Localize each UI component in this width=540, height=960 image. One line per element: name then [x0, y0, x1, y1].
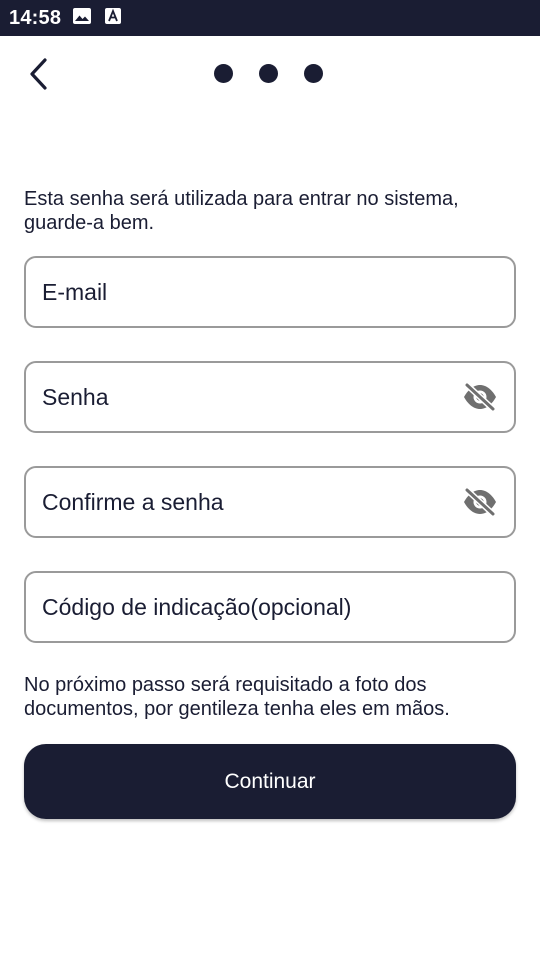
referral-code-field[interactable]	[24, 571, 516, 643]
intro-text: Esta senha será utilizada para entrar no…	[24, 188, 459, 234]
documents-note: No próximo passo será requisitado a foto…	[24, 674, 450, 720]
referral-code-input[interactable]	[42, 573, 500, 641]
accessibility-icon	[105, 7, 122, 29]
status-time: 14:58	[9, 6, 62, 29]
image-icon	[73, 7, 92, 29]
password-field[interactable]	[24, 361, 516, 433]
confirm-password-input[interactable]	[42, 468, 460, 536]
step-dot	[304, 64, 323, 83]
eye-off-icon	[463, 382, 497, 412]
status-bar: 14:58	[0, 0, 540, 36]
chevron-left-icon	[30, 58, 47, 90]
confirm-password-field[interactable]	[24, 466, 516, 538]
confirm-password-visibility-toggle[interactable]	[460, 482, 500, 522]
eye-off-icon	[463, 487, 497, 517]
email-input[interactable]	[42, 258, 500, 326]
back-button[interactable]	[18, 54, 58, 94]
continue-button[interactable]: Continuar	[24, 744, 516, 819]
step-dot	[214, 64, 233, 83]
step-indicator	[214, 64, 323, 83]
step-dot	[259, 64, 278, 83]
password-input[interactable]	[42, 363, 460, 431]
email-field[interactable]	[24, 256, 516, 328]
password-visibility-toggle[interactable]	[460, 377, 500, 417]
